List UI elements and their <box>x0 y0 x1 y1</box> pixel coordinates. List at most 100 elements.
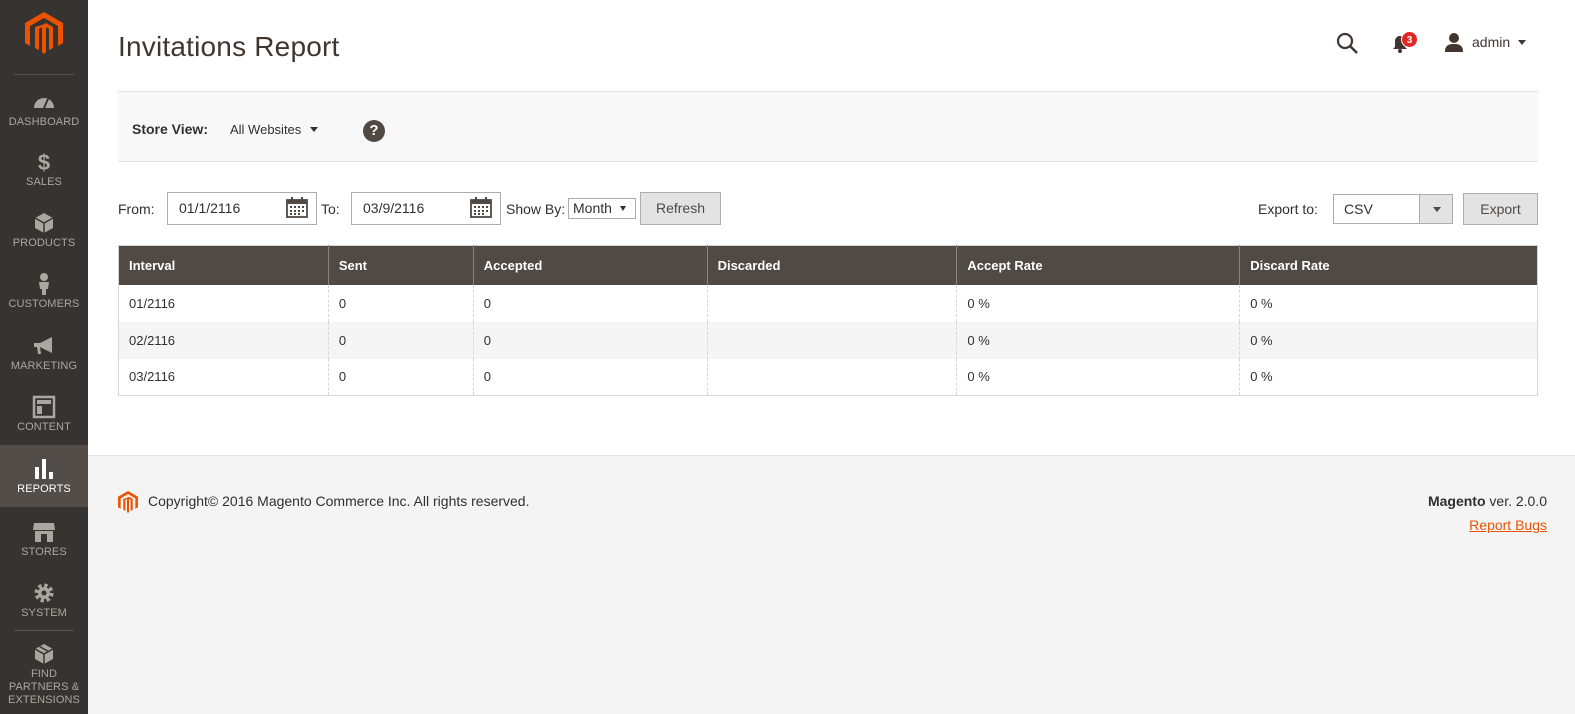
store-view-selected: All Websites <box>230 122 302 137</box>
dashboard-icon <box>34 98 54 109</box>
sidebar-item-marketing[interactable]: MARKETING <box>0 334 88 396</box>
copyright-text: Copyright© 2016 Magento Commerce Inc. Al… <box>148 493 530 509</box>
column-header-accept-rate[interactable]: Accept Rate <box>956 245 1240 285</box>
sidebar-item-label: SALES <box>26 176 62 188</box>
column-header-interval[interactable]: Interval <box>118 245 329 285</box>
sidebar-item-label: SYSTEM <box>21 607 67 619</box>
column-header-sent[interactable]: Sent <box>327 245 474 285</box>
megaphone-icon <box>34 337 52 354</box>
table-row: 01/2116 0 0 0 % 0 % <box>118 284 1538 322</box>
store-view-bar: Store View: All Websites ? <box>118 91 1538 162</box>
brand-name: Magento <box>1427 493 1486 509</box>
export-format-select[interactable]: CSV <box>1333 194 1453 224</box>
box-icon <box>34 644 54 664</box>
cell-accepted: 0 <box>472 284 708 322</box>
help-icon[interactable]: ? <box>363 120 385 142</box>
export-format-value: CSV <box>1344 201 1373 217</box>
cube-icon <box>34 213 54 233</box>
version-info: Magento ver. 2.0.0 <box>1428 493 1547 509</box>
sidebar-item-label: REPORTS <box>17 483 71 495</box>
sidebar-divider <box>14 74 74 75</box>
sidebar-item-label: DASHBOARD <box>8 116 80 128</box>
cell-discarded <box>706 358 957 396</box>
notification-count-badge[interactable]: 3 <box>1401 31 1418 48</box>
sidebar-item-label: FIND PARTNERS & EXTENSIONS <box>8 668 80 706</box>
cell-interval: 02/2116 <box>118 321 329 359</box>
cell-discard-rate: 0 % <box>1239 284 1538 322</box>
sidebar-item-sales[interactable]: $ SALES <box>0 150 88 212</box>
page-title: Invitations Report <box>118 31 340 62</box>
store-view-switcher[interactable]: All Websites <box>230 122 319 137</box>
footer-divider <box>88 455 1575 456</box>
sidebar-item-customers[interactable]: CUSTOMERS <box>0 272 88 334</box>
cell-discarded <box>706 284 957 322</box>
from-date-value: 01/1/2116 <box>179 200 241 216</box>
column-header-accepted[interactable]: Accepted <box>472 245 708 285</box>
cell-accept-rate: 0 % <box>956 284 1240 322</box>
chevron-down-icon <box>1419 195 1452 223</box>
to-date-value: 03/9/2116 <box>363 200 425 216</box>
store-view-label: Store View: <box>132 121 208 137</box>
from-label: From: <box>118 201 155 217</box>
sidebar-item-label: MARKETING <box>10 360 78 372</box>
sidebar-item-label: PRODUCTS <box>12 237 76 249</box>
calendar-icon[interactable] <box>286 197 308 219</box>
cell-interval: 01/2116 <box>118 284 329 322</box>
report-grid: Interval Sent Accepted Discarded Accept … <box>118 245 1538 396</box>
calendar-icon[interactable] <box>470 197 492 219</box>
cell-sent: 0 <box>327 358 474 396</box>
export-to-label: Export to: <box>1258 201 1318 217</box>
cell-accepted: 0 <box>472 321 708 359</box>
column-header-discard-rate[interactable]: Discard Rate <box>1239 245 1538 285</box>
sidebar-divider <box>14 630 74 631</box>
sidebar-item-label: CUSTOMERS <box>8 298 80 310</box>
to-label: To: <box>321 201 340 217</box>
person-icon <box>39 273 49 295</box>
table-row: 03/2116 0 0 0 % 0 % <box>118 358 1538 396</box>
cell-accept-rate: 0 % <box>956 358 1240 396</box>
cell-accept-rate: 0 % <box>956 321 1240 359</box>
sidebar: DASHBOARD $ SALES PRODUCTS CUSTOMERS MAR… <box>0 0 88 714</box>
cell-sent: 0 <box>327 321 474 359</box>
chevron-down-icon <box>310 127 319 132</box>
sidebar-item-system[interactable]: SYSTEM <box>0 581 88 643</box>
sidebar-item-label: CONTENT <box>17 421 71 433</box>
cell-interval: 03/2116 <box>118 358 329 396</box>
dollar-icon: $ <box>38 150 50 174</box>
cell-accepted: 0 <box>472 358 708 396</box>
user-icon <box>1445 33 1463 52</box>
show-by-value: Month <box>573 200 612 216</box>
table-row: 02/2116 0 0 0 % 0 % <box>118 321 1538 359</box>
sidebar-item-label: STORES <box>21 546 67 558</box>
table-header-row: Interval Sent Accepted Discarded Accept … <box>118 245 1538 285</box>
show-by-label: Show By: <box>506 201 566 217</box>
export-button[interactable]: Export <box>1463 193 1538 225</box>
column-header-discarded[interactable]: Discarded <box>706 245 957 285</box>
sidebar-item-stores[interactable]: STORES <box>0 520 88 582</box>
magento-logo-icon[interactable] <box>25 12 63 54</box>
sidebar-item-find-partners[interactable]: FIND PARTNERS & EXTENSIONS <box>0 642 88 706</box>
gear-icon <box>34 583 54 603</box>
version-text: ver. 2.0.0 <box>1485 493 1547 509</box>
chevron-down-icon <box>1518 39 1527 45</box>
store-icon <box>33 523 55 542</box>
svg-text:$: $ <box>38 150 50 174</box>
user-menu[interactable]: admin <box>1444 32 1527 52</box>
layout-icon <box>32 395 56 419</box>
refresh-button[interactable]: Refresh <box>640 192 721 225</box>
filter-row: From: 01/1/2116 To: 03/9/2116 Show By: M… <box>118 192 1538 225</box>
sidebar-item-reports[interactable]: REPORTS <box>0 445 88 507</box>
report-bugs-link[interactable]: Report Bugs <box>1469 517 1547 533</box>
cell-sent: 0 <box>327 284 474 322</box>
sidebar-item-dashboard[interactable]: DASHBOARD <box>0 90 88 152</box>
cell-discard-rate: 0 % <box>1239 358 1538 396</box>
chevron-down-icon <box>619 206 626 211</box>
magento-logo-icon <box>118 491 138 513</box>
search-icon[interactable] <box>1336 32 1358 54</box>
cell-discard-rate: 0 % <box>1239 321 1538 359</box>
show-by-select[interactable]: Month <box>568 198 636 219</box>
user-name: admin <box>1472 34 1511 50</box>
cell-discarded <box>706 321 957 359</box>
sidebar-item-products[interactable]: PRODUCTS <box>0 211 88 273</box>
bar-chart-icon <box>35 459 53 479</box>
